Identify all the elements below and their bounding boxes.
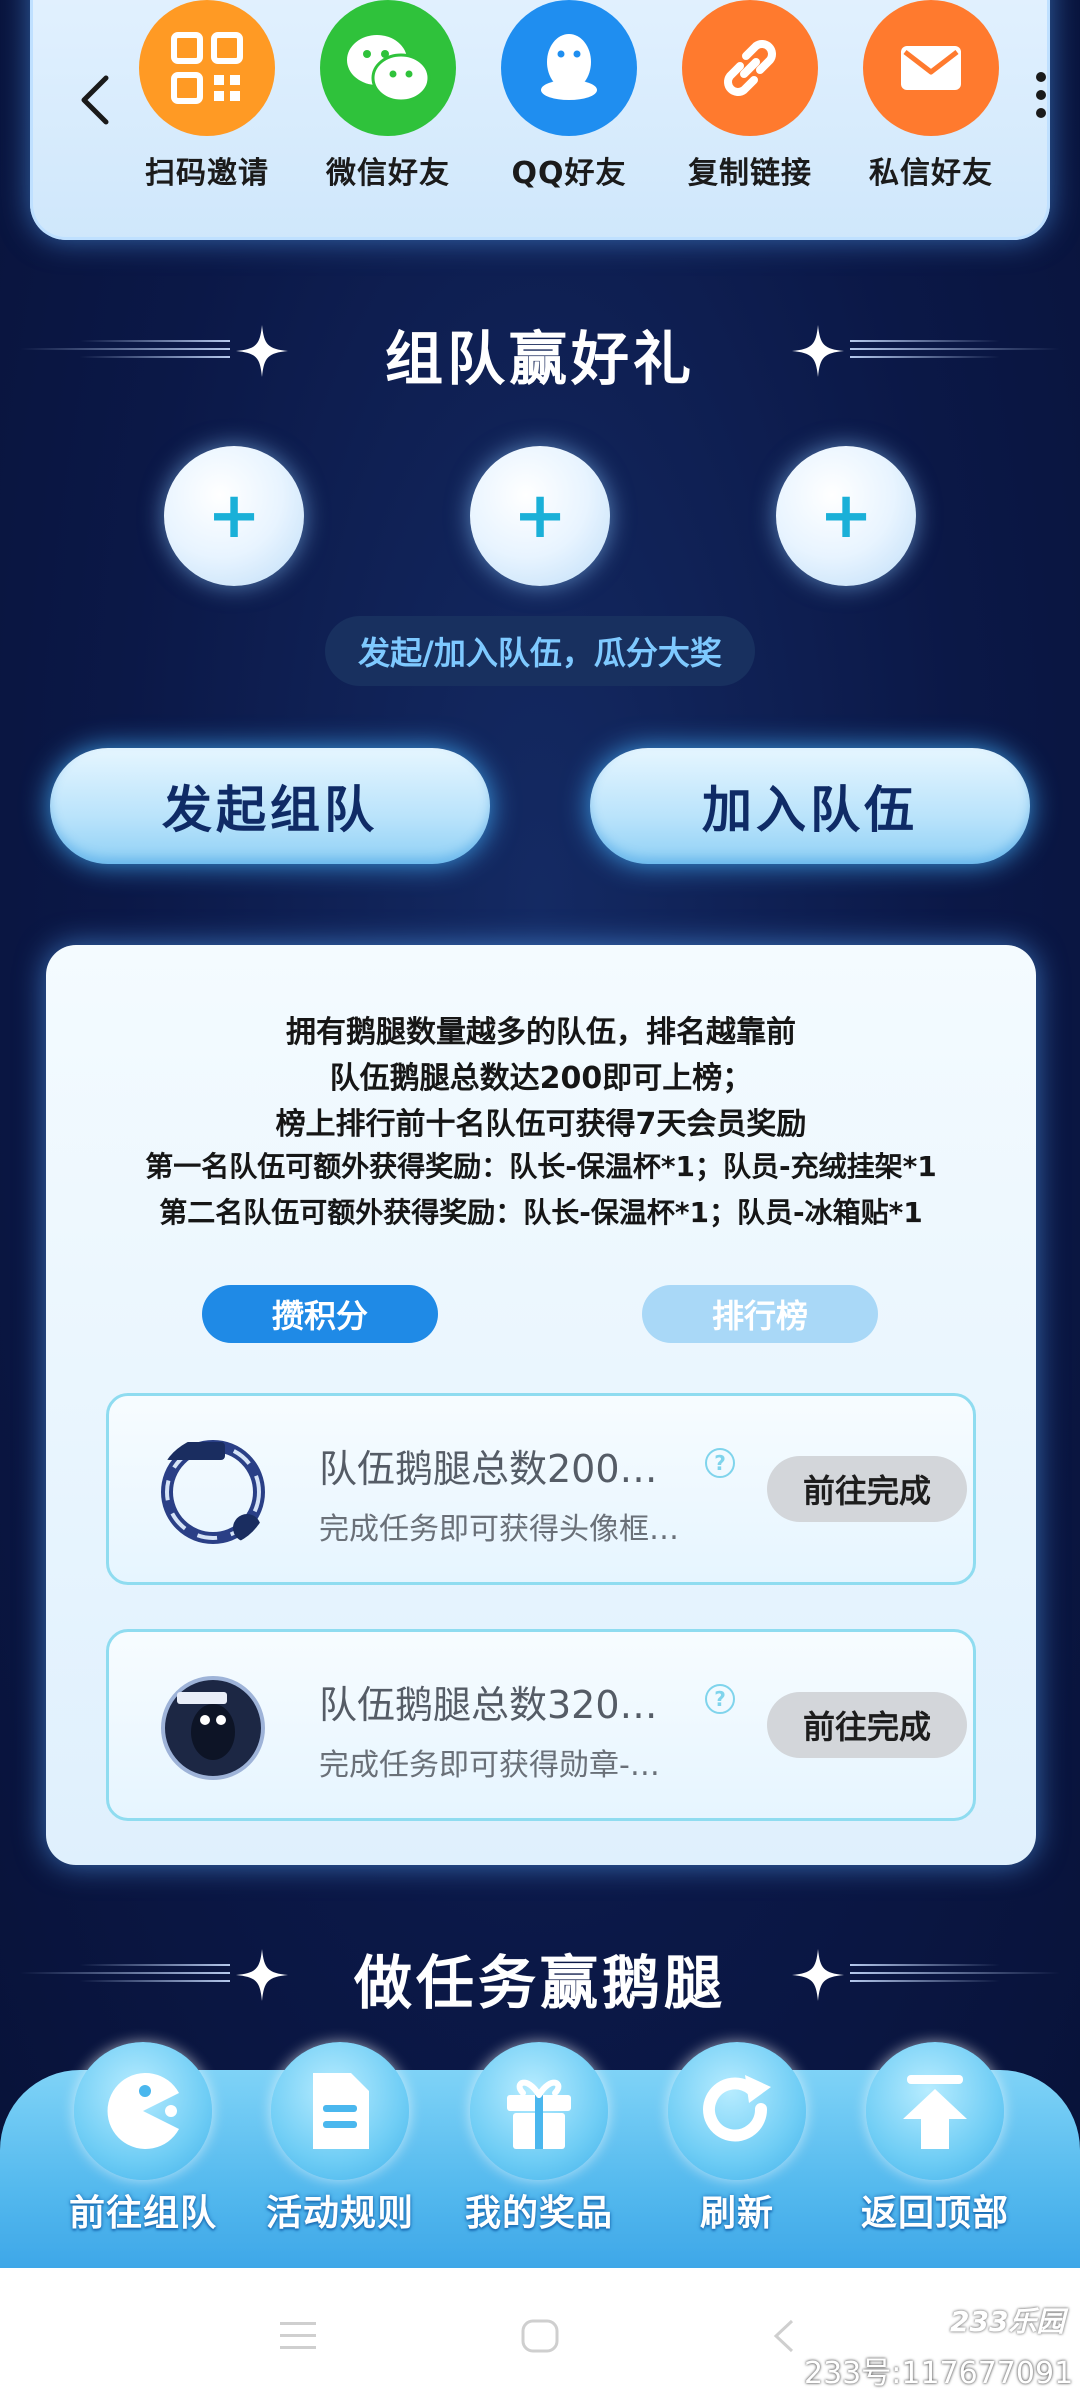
nav-label: 返回顶部 [860, 2193, 1009, 2234]
refresh-icon [668, 2042, 806, 2180]
plus-icon: + [819, 479, 873, 553]
share-label: QQ好友 [511, 156, 627, 191]
bottom-nav: 前往组队 活动规则 我的奖品 刷新 返回顶部 [0, 2042, 1080, 2268]
task-item-2: 队伍鹅腿总数320… 完成任务即可获得勋章-… ? 前往完成 [106, 1629, 976, 1821]
task-title: 队伍鹅腿总数200… [319, 1447, 658, 1491]
rules-card: 拥有鹅腿数量越多的队伍，排名越靠前 队伍鹅腿总数达200即可上榜； 榜上排行前十… [46, 945, 1036, 1865]
wechat-icon [320, 0, 456, 136]
team-slot-3[interactable]: + [776, 446, 916, 586]
mail-icon [863, 0, 999, 136]
task-title: 队伍鹅腿总数320… [319, 1683, 658, 1727]
help-icon[interactable]: ? [705, 1448, 735, 1478]
share-wechat[interactable]: 微信好友 [303, 0, 473, 192]
share-qq[interactable]: QQ好友 [484, 0, 654, 192]
task-subtitle: 完成任务即可获得头像框… [319, 1512, 679, 1547]
share-label: 复制链接 [688, 156, 812, 191]
pacman-icon [74, 2042, 212, 2180]
nav-activity-rules[interactable]: 活动规则 [245, 2042, 435, 2236]
plus-icon: + [513, 479, 567, 553]
back-chevron-icon[interactable] [76, 72, 116, 128]
badge-icon [161, 1676, 265, 1780]
sparkle-icon [792, 1949, 844, 2001]
help-icon[interactable]: ? [705, 1684, 735, 1714]
rule-line: 第二名队伍可额外获得奖励：队长-保温杯*1；队员-冰箱贴*1 [159, 1196, 923, 1229]
join-team-button[interactable]: 加入队伍 [590, 748, 1030, 864]
qq-penguin-icon [501, 0, 637, 136]
rule-line: 队伍鹅腿总数达200即可上榜； [329, 1061, 753, 1096]
team-slot-2[interactable]: + [470, 446, 610, 586]
share-copy-link[interactable]: 复制链接 [665, 0, 835, 192]
nav-label: 前往组队 [68, 2193, 217, 2234]
qr-code-icon [139, 0, 275, 136]
menu-icon[interactable] [278, 2318, 318, 2354]
share-private-message[interactable]: 私信好友 [846, 0, 1016, 192]
more-options-icon[interactable] [1030, 72, 1052, 128]
task-go-button[interactable]: 前往完成 [767, 1456, 967, 1522]
watermark-logo: 233乐园 [950, 2305, 1065, 2338]
rule-line: 拥有鹅腿数量越多的队伍，排名越靠前 [286, 1015, 796, 1050]
sparkle-icon [792, 325, 844, 377]
link-icon [682, 0, 818, 136]
back-icon[interactable] [770, 2318, 800, 2354]
nav-refresh[interactable]: 刷新 [642, 2042, 832, 2236]
home-icon[interactable] [520, 2318, 560, 2354]
activity-page: 扫码邀请 微信好友 QQ好友 复制链接 私信好友 组队赢好礼 + + + 发起/… [0, 0, 1080, 2268]
task-item-1: 队伍鹅腿总数200… 完成任务即可获得头像框… ? 前往完成 [106, 1393, 976, 1585]
nav-go-team[interactable]: 前往组队 [48, 2042, 238, 2236]
nav-label: 活动规则 [265, 2193, 414, 2234]
title-decoration-right [850, 1960, 1060, 1990]
nav-back-to-top[interactable]: 返回顶部 [840, 2042, 1030, 2236]
task-subtitle: 完成任务即可获得勋章-… [319, 1748, 660, 1783]
team-hint: 发起/加入队伍，瓜分大奖 [325, 616, 755, 686]
task-go-button[interactable]: 前往完成 [767, 1692, 967, 1758]
plus-icon: + [207, 479, 261, 553]
tab-earn-points[interactable]: 攒积分 [202, 1285, 438, 1343]
gift-icon [470, 2042, 608, 2180]
avatar-frame-icon [161, 1440, 265, 1544]
back-to-top-icon [866, 2042, 1004, 2180]
rule-line: 榜上排行前十名队伍可获得7天会员奖励 [275, 1107, 807, 1142]
nav-my-prizes[interactable]: 我的奖品 [444, 2042, 634, 2236]
title-decoration-right [850, 336, 1060, 366]
team-slot-1[interactable]: + [164, 446, 304, 586]
nav-label: 我的奖品 [464, 2193, 613, 2234]
create-team-button[interactable]: 发起组队 [50, 748, 490, 864]
nav-label: 刷新 [699, 2193, 774, 2234]
tab-leaderboard[interactable]: 排行榜 [642, 1285, 878, 1343]
share-label: 微信好友 [326, 156, 450, 191]
rule-line: 第一名队伍可额外获得奖励：队长-保温杯*1；队员-充绒挂架*1 [145, 1150, 937, 1183]
share-label: 扫码邀请 [145, 156, 269, 191]
share-qr-invite[interactable]: 扫码邀请 [122, 0, 292, 192]
watermark-id: 233号:117677091 [804, 2356, 1074, 2391]
share-label: 私信好友 [869, 156, 993, 191]
document-icon [271, 2042, 409, 2180]
share-panel: 扫码邀请 微信好友 QQ好友 复制链接 私信好友 [30, 0, 1050, 240]
